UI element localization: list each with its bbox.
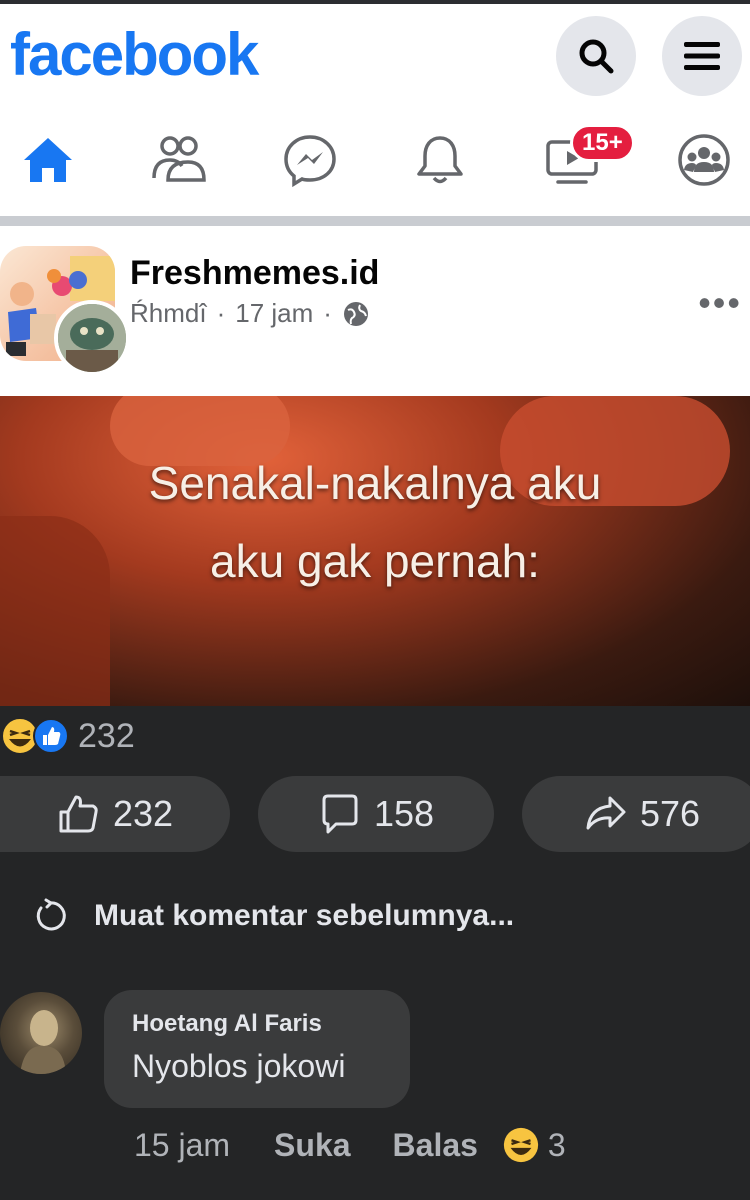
tab-groups[interactable] xyxy=(662,110,746,210)
comment-text: Nyoblos jokowi xyxy=(132,1048,346,1084)
app-header: facebook xyxy=(0,4,750,100)
commenter-avatar[interactable] xyxy=(0,992,82,1074)
comment-count: 158 xyxy=(373,793,435,834)
comment-time[interactable]: 15 jam xyxy=(134,1127,230,1164)
meta-separator: · xyxy=(216,298,226,328)
thumbs-up-icon xyxy=(59,795,98,833)
meme-caption: Senakal-nakalnya aku aku gak pernah: xyxy=(0,444,750,600)
tab-watch[interactable]: 15+ xyxy=(530,110,635,210)
reaction-summary[interactable]: 232 xyxy=(0,716,135,756)
meta-separator: · xyxy=(323,298,332,328)
refresh-icon xyxy=(36,898,66,931)
commenter-name[interactable]: Hoetang Al Faris xyxy=(132,1010,322,1038)
author-name[interactable]: Ŕhmdî xyxy=(130,298,207,329)
commenter-avatar-illustration xyxy=(20,1010,66,1074)
tab-friends[interactable] xyxy=(136,110,220,210)
haha-reaction-icon xyxy=(503,1127,539,1163)
reaction-count: 232 xyxy=(78,716,135,755)
comment-bubble[interactable]: Hoetang Al Faris Nyoblos jokowi xyxy=(104,990,410,1108)
load-previous-comments-label: Muat komentar sebelumnya... xyxy=(94,899,515,932)
comment-icon xyxy=(322,794,358,834)
author-avatar[interactable] xyxy=(54,300,130,376)
search-button[interactable] xyxy=(556,16,636,96)
tab-messenger[interactable] xyxy=(268,110,352,210)
comment-button[interactable]: 158 xyxy=(258,776,494,852)
search-icon xyxy=(579,39,614,74)
post-image[interactable]: Senakal-nakalnya aku aku gak pernah: xyxy=(0,396,750,706)
author-avatar-illustration xyxy=(58,304,126,372)
share-icon xyxy=(586,796,626,830)
facebook-logo[interactable]: facebook xyxy=(10,20,259,90)
page-name[interactable]: Freshmemes.id xyxy=(130,254,379,293)
messenger-icon xyxy=(284,135,336,188)
main-nav: 15+ xyxy=(0,110,750,210)
tab-home[interactable] xyxy=(6,110,90,210)
menu-button[interactable] xyxy=(662,16,742,96)
like-button[interactable]: 232 xyxy=(0,776,230,852)
groups-icon xyxy=(678,134,730,186)
like-reaction-icon xyxy=(33,718,69,754)
load-previous-comments[interactable]: Muat komentar sebelumnya... xyxy=(32,898,514,934)
meme-caption-line: Senakal-nakalnya aku xyxy=(148,457,602,509)
comment-reply-button[interactable]: Balas xyxy=(393,1127,478,1164)
home-icon xyxy=(24,138,72,182)
post-header: Freshmemes.id Ŕhmdî · 17 jam · ••• xyxy=(0,226,750,396)
post-more-button[interactable]: ••• xyxy=(698,282,742,324)
hamburger-icon xyxy=(684,42,720,70)
globe-icon xyxy=(343,301,368,326)
share-count: 576 xyxy=(639,793,701,834)
bell-icon xyxy=(417,136,463,184)
comment-like-button[interactable]: Suka xyxy=(274,1127,350,1164)
post-footer: 232 232 158 576 Muat komentar sebelumnya… xyxy=(0,706,750,1200)
tab-notifications[interactable] xyxy=(398,110,482,210)
watch-badge: 15+ xyxy=(570,124,635,162)
share-button[interactable]: 576 xyxy=(522,776,750,852)
comment-reaction-count: 3 xyxy=(547,1126,566,1163)
section-divider xyxy=(0,216,750,226)
comment-meta: 15 jam Suka Balas 3 xyxy=(134,1126,566,1164)
post-time[interactable]: 17 jam xyxy=(235,298,313,329)
friends-icon xyxy=(152,136,206,182)
meme-caption-line: aku gak pernah: xyxy=(210,535,540,587)
like-count: 232 xyxy=(112,793,174,834)
post-meta: Ŕhmdî · 17 jam · xyxy=(130,298,370,329)
